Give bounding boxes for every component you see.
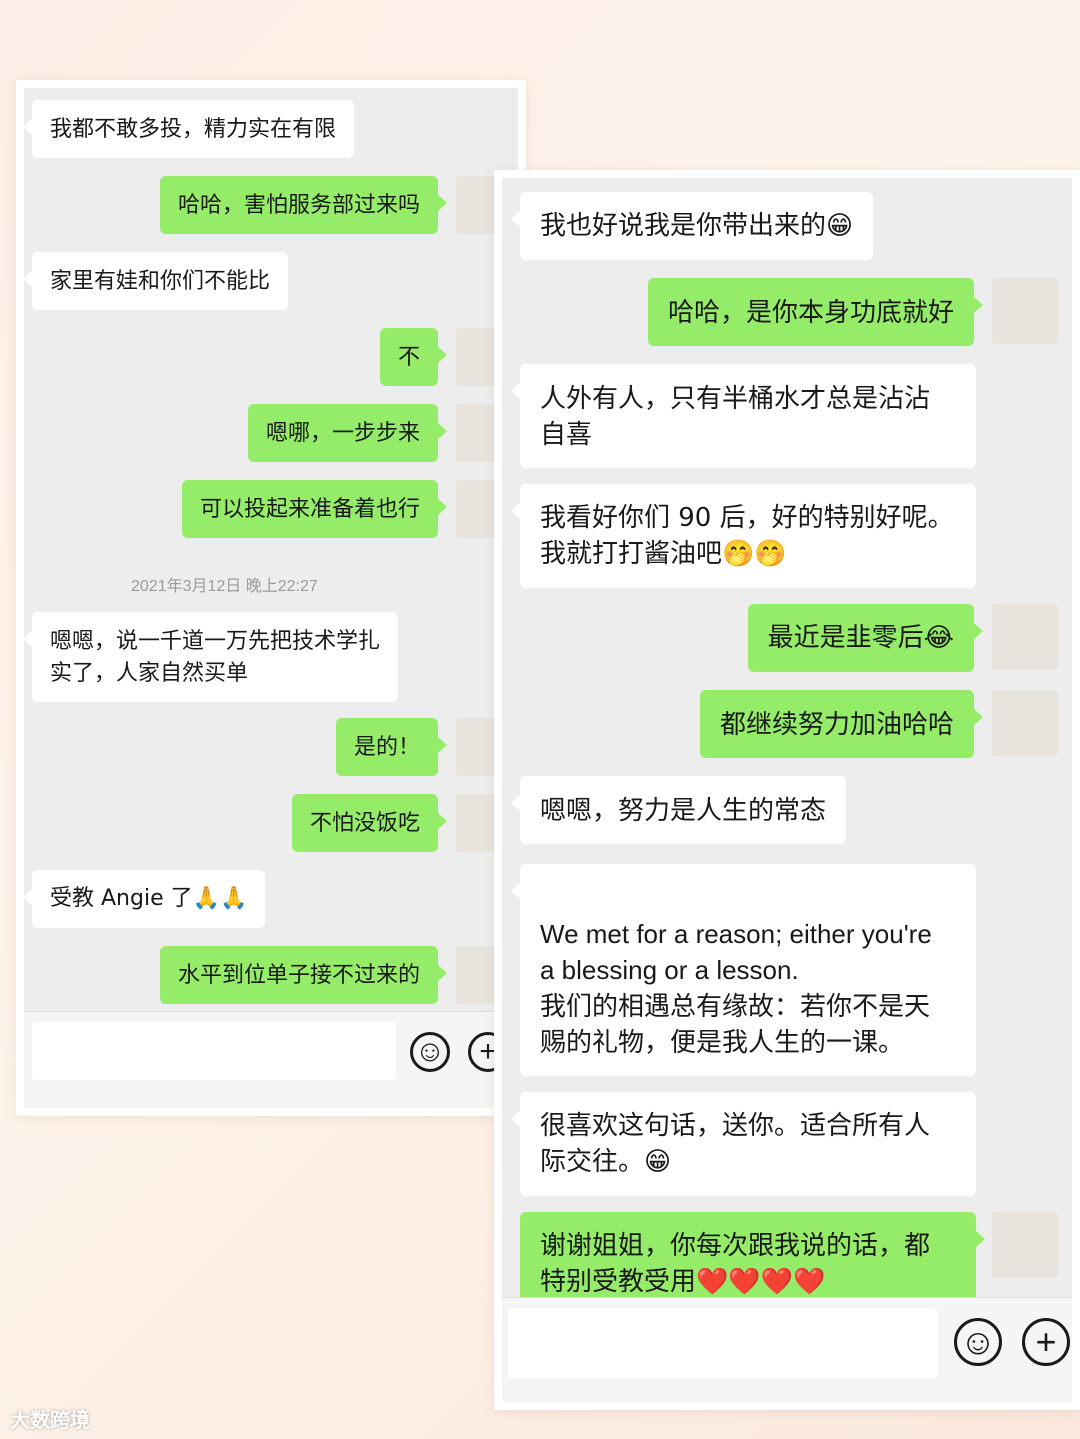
message-incoming: 人外有人，只有半桶水才总是沾沾 自喜 xyxy=(511,364,976,468)
avatar[interactable] xyxy=(992,690,1058,756)
avatar[interactable] xyxy=(992,278,1058,344)
message-bubble[interactable]: 都继续努力加油哈哈 xyxy=(699,690,984,758)
plus-circle-icon[interactable]: + xyxy=(1022,1318,1070,1366)
smiley-face-icon[interactable]: ☺ xyxy=(954,1318,1002,1366)
message-bubble[interactable]: 我也好说我是你带出来的😁 xyxy=(510,192,874,260)
message-outgoing: 都继续努力加油哈哈 xyxy=(699,690,984,758)
message-bubble[interactable]: 不 xyxy=(379,328,448,386)
message-incoming: 嗯嗯，说一千道一万先把技术学扎 实了，人家自然买单 xyxy=(24,612,399,702)
message-outgoing: 不怕没饭吃 xyxy=(291,794,448,852)
message-bubble[interactable]: 水平到位单子接不过来的 xyxy=(159,946,448,1004)
message-outgoing: 水平到位单子接不过来的 xyxy=(159,946,448,1004)
message-incoming: 我也好说我是你带出来的😁 xyxy=(510,192,874,260)
message-incoming: 嗯嗯，努力是人生的常态 xyxy=(510,776,847,844)
message-incoming: We met for a reason; either you're a ble… xyxy=(511,864,976,1076)
message-outgoing: 是的！ xyxy=(335,718,448,776)
message-incoming: 我看好你们 90 后，好的特别好呢。 我就打打酱油吧🤭🤭 xyxy=(511,484,976,588)
message-incoming: 很喜欢这句话，送你。适合所有人 际交往。😁 xyxy=(511,1092,976,1196)
message-bubble[interactable]: 最近是韭零后😂 xyxy=(747,604,984,672)
message-bubble[interactable]: 嗯哪，一步步来 xyxy=(247,404,448,462)
smiley-face-icon[interactable]: ☺ xyxy=(410,1032,450,1072)
message-incoming: 受教 Angie 了🙏🙏 xyxy=(24,870,266,928)
message-bubble[interactable]: 不怕没饭吃 xyxy=(291,794,448,852)
message-bubble[interactable]: 可以投起来准备着也行 xyxy=(181,480,448,538)
message-incoming: 家里有娃和你们不能比 xyxy=(24,252,289,310)
input-bar: ☺ + xyxy=(24,1011,518,1108)
message-bubble[interactable]: 人外有人，只有半桶水才总是沾沾 自喜 xyxy=(511,364,976,468)
message-bubble[interactable]: 我看好你们 90 后，好的特别好呢。 我就打打酱油吧🤭🤭 xyxy=(511,484,976,588)
message-bubble[interactable]: 是的！ xyxy=(335,718,448,776)
message-bubble[interactable]: We met for a reason; either you're a ble… xyxy=(511,864,976,1076)
message-bubble[interactable]: 嗯嗯，说一千道一万先把技术学扎 实了，人家自然买单 xyxy=(24,612,399,702)
message-bubble[interactable]: 受教 Angie 了🙏🙏 xyxy=(24,870,266,928)
message-input[interactable] xyxy=(32,1022,396,1080)
message-outgoing: 不 xyxy=(379,328,448,386)
message-incoming: 我都不敢多投，精力实在有限 xyxy=(24,100,355,158)
avatar[interactable] xyxy=(992,604,1058,670)
watermark-logo: 大数跨境 xyxy=(10,1410,90,1432)
message-bubble[interactable]: 家里有娃和你们不能比 xyxy=(24,252,289,310)
message-bubble[interactable]: 哈哈，害怕服务部过来吗 xyxy=(159,176,448,234)
input-bar: ☺ + xyxy=(502,1297,1072,1402)
message-outgoing: 可以投起来准备着也行 xyxy=(181,480,448,538)
chat-screenshot-right: 我也好说我是你带出来的😁 哈哈，是你本身功底就好 人外有人，只有半桶水才总是沾沾… xyxy=(494,170,1080,1410)
message-bubble[interactable]: 我都不敢多投，精力实在有限 xyxy=(24,100,355,158)
message-bubble[interactable]: 嗯嗯，努力是人生的常态 xyxy=(510,776,847,844)
message-outgoing: 哈哈，是你本身功底就好 xyxy=(647,278,984,346)
timestamp: 2021年3月12日 晚上22:27 xyxy=(131,578,318,595)
chat-screenshot-left: 我都不敢多投，精力实在有限 哈哈，害怕服务部过来吗 家里有娃和你们不能比 不 嗯… xyxy=(16,80,526,1116)
message-bubble[interactable]: 哈哈，是你本身功底就好 xyxy=(647,278,984,346)
message-input[interactable] xyxy=(508,1308,938,1378)
avatar[interactable] xyxy=(992,1212,1058,1278)
message-outgoing: 嗯哪，一步步来 xyxy=(247,404,448,462)
message-bubble[interactable]: 很喜欢这句话，送你。适合所有人 际交往。😁 xyxy=(511,1092,976,1196)
message-outgoing: 最近是韭零后😂 xyxy=(747,604,984,672)
message-outgoing: 哈哈，害怕服务部过来吗 xyxy=(159,176,448,234)
